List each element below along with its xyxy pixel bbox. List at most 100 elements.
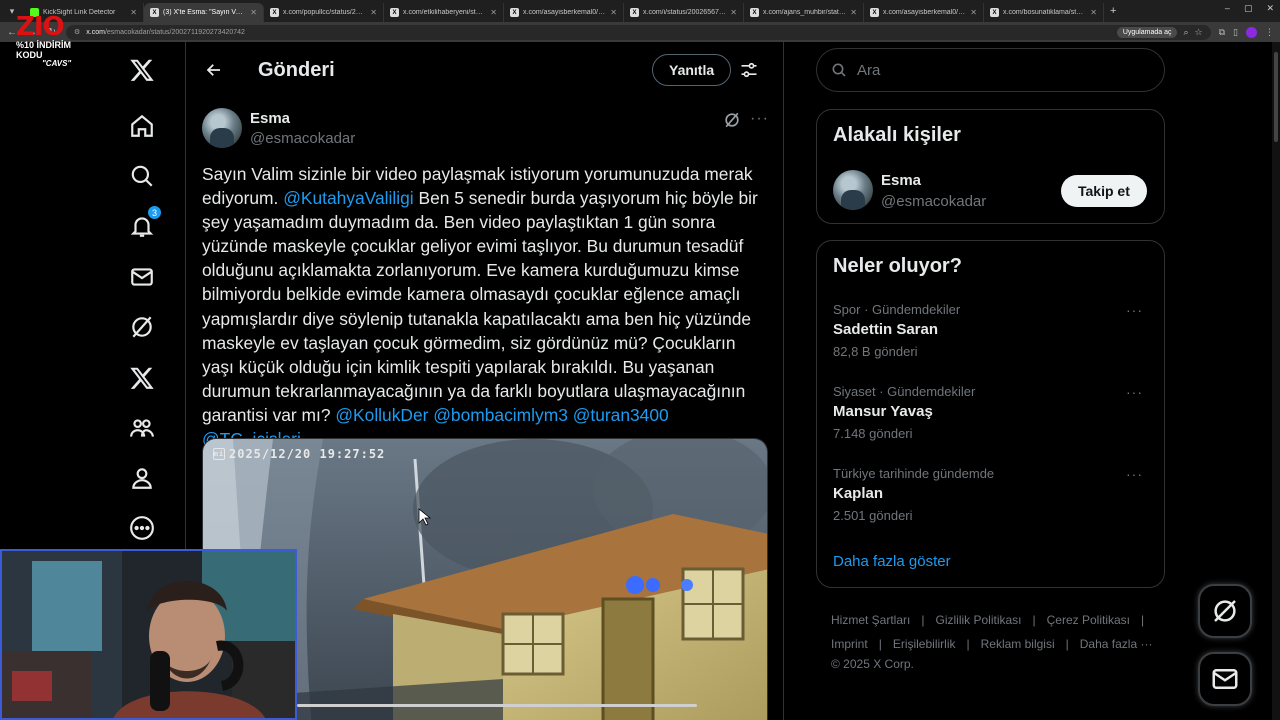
trend-name: Sadettin Saran [833, 321, 939, 338]
browser-tab[interactable]: Xx.com/bosunatiklama/status/20 ✕ [984, 3, 1104, 22]
trend-count: 2.501 gönderi [833, 508, 913, 523]
search-input[interactable]: Ara [816, 48, 1165, 92]
reply-filter-icon[interactable] [739, 60, 761, 80]
notifications-icon[interactable]: 3 [128, 205, 162, 240]
mention-link[interactable]: @turan3400 [573, 405, 669, 425]
trend-item[interactable]: Spor · Gündemdekiler Sadettin Saran 82,8… [833, 302, 1153, 372]
tab-close-icon[interactable]: ✕ [730, 8, 737, 17]
browser-tab[interactable]: Xx.com/etkilihaberyeni/status/20 ✕ [384, 3, 504, 22]
trend-more-icon[interactable]: ··· [1126, 302, 1143, 318]
trend-more-icon[interactable]: ··· [1126, 466, 1143, 482]
sidebar-icon[interactable]: ▯ [1233, 27, 1238, 38]
zoom-icon[interactable]: ⌕ [1183, 27, 1188, 38]
show-more-link[interactable]: Daha fazla göster [833, 553, 951, 570]
x-favicon-icon: X [990, 8, 999, 17]
messages-icon [1212, 669, 1238, 689]
related-user-name[interactable]: Esma [881, 172, 921, 189]
profile-icon[interactable] [128, 464, 156, 492]
trends-title: Neler oluyor? [833, 255, 962, 277]
post-text-segment: Ben 5 senedir burda yaşıyorum hiç böyle … [202, 188, 758, 425]
x-favicon-icon: X [630, 8, 639, 17]
author-name[interactable]: Esma [250, 110, 290, 127]
messages-icon[interactable] [128, 263, 156, 291]
webcam-feed [2, 551, 295, 718]
sponsor-logo-text: ZIO [16, 12, 65, 42]
related-user-handle[interactable]: @esmacokadar [881, 193, 986, 210]
stream-sponsor-logo: ZIO %10 İNDİRİM KODU "CAVS" [16, 12, 98, 68]
tab-close-icon[interactable]: ✕ [370, 8, 377, 17]
close-window-icon[interactable]: ✕ [1266, 3, 1274, 14]
tab-close-icon[interactable]: ✕ [970, 8, 977, 17]
open-in-app-button[interactable]: Uygulamada aç [1116, 26, 1178, 38]
mention-link[interactable]: @bombacimlym3 [433, 405, 568, 425]
tab-title: x.com/asayisberkemal0/status/ [523, 9, 607, 16]
search-icon[interactable] [128, 162, 156, 190]
related-people-title: Alakalı kişiler [833, 124, 961, 146]
minimize-icon[interactable]: – [1225, 3, 1230, 14]
post-author: Esma @esmacokadar ··· [202, 108, 772, 152]
messages-fab-button[interactable] [1198, 652, 1252, 706]
tab-close-icon[interactable]: ✕ [490, 8, 497, 17]
tab-close-icon[interactable]: ✕ [850, 8, 857, 17]
new-tab-button[interactable]: + [1104, 5, 1122, 17]
tab-close-icon[interactable]: ✕ [250, 8, 257, 17]
avatar[interactable] [833, 170, 873, 210]
footer-link[interactable]: Hizmet Şartları [831, 608, 910, 632]
page-scrollbar[interactable] [1272, 42, 1280, 720]
post-text: Sayın Valim sizinle bir video paylaşmak … [202, 162, 772, 451]
trend-item[interactable]: Türkiye tarihinde gündemde Kaplan 2.501 … [833, 466, 1153, 536]
footer-link[interactable]: Çerez Politikası [1047, 608, 1130, 632]
communities-icon[interactable] [128, 414, 156, 442]
extensions-icon[interactable]: ⧉ [1219, 27, 1225, 38]
address-bar-row: ← → ↻ ⚙ x.com/esmacokadar/status/2002711… [0, 22, 1280, 42]
grok-explain-icon[interactable] [722, 110, 742, 130]
grok-icon [1214, 600, 1236, 622]
timestamp-text: 2025/12/20 19:27:52 [229, 447, 386, 461]
page-title: Gönderi [258, 58, 335, 81]
more-options-icon[interactable] [128, 514, 156, 542]
tab-title: x.com/asayisberkemal0/status/ [883, 9, 967, 16]
streamer-webcam [0, 549, 297, 720]
footer-more-link[interactable]: Daha fazla ··· [1080, 632, 1153, 656]
video-progress-bar[interactable] [297, 704, 697, 707]
x-logo-icon[interactable] [128, 56, 156, 84]
browser-tab[interactable]: Xx.com/asayisberkemal0/status/✕ [504, 3, 624, 22]
trend-item[interactable]: Siyaset · Gündemdekiler Mansur Yavaş 7.1… [833, 384, 1153, 454]
profile-avatar-icon[interactable] [1246, 26, 1257, 38]
browser-tab[interactable]: Xx.com/ajans_muhbir/status/200✕ [744, 3, 864, 22]
url-path: /esmacokadar/status/2002711920273420742 [104, 28, 245, 36]
maximize-icon[interactable]: ▢ [1244, 3, 1253, 14]
reply-button[interactable]: Yanıtla [652, 54, 732, 86]
grok-icon[interactable] [128, 313, 156, 341]
footer-link[interactable]: Reklam bilgisi [981, 632, 1055, 656]
browser-tab[interactable]: Xx.com/asayisberkemal0/status/✕ [864, 3, 984, 22]
scrollbar-thumb[interactable] [1274, 52, 1278, 142]
tab-close-icon[interactable]: ✕ [1090, 8, 1097, 17]
browser-tab[interactable]: Xx.com/i/status/20026567873591✕ [624, 3, 744, 22]
grok-fab-button[interactable] [1198, 584, 1252, 638]
post-more-icon[interactable]: ··· [750, 110, 770, 130]
x-premium-icon[interactable] [128, 364, 156, 392]
browser-tab-active[interactable]: X (3) X'te Esma: "Sayın Valim sizinle ✕ [144, 3, 264, 22]
trend-more-icon[interactable]: ··· [1126, 384, 1143, 400]
sidebar-footer: Hizmet Şartları | Gizlilik Politikası | Çe… [831, 608, 1153, 672]
tab-close-icon[interactable]: ✕ [130, 8, 137, 17]
author-handle[interactable]: @esmacokadar [250, 130, 355, 147]
footer-link[interactable]: Imprint [831, 632, 868, 656]
tab-close-icon[interactable]: ✕ [610, 8, 617, 17]
avatar[interactable] [202, 108, 242, 148]
bookmark-star-icon[interactable]: ☆ [1195, 27, 1203, 38]
mention-link[interactable]: @KutahyaValiligi [283, 188, 413, 208]
back-arrow-icon[interactable] [204, 60, 224, 80]
x-favicon-icon: X [150, 8, 159, 17]
post-header: Gönderi Yanıtla [186, 42, 783, 98]
footer-link[interactable]: Erişilebilirlik [893, 632, 956, 656]
mention-link[interactable]: @KollukDer [335, 405, 428, 425]
browser-menu-icon[interactable]: ⋮ [1265, 27, 1274, 38]
follow-button[interactable]: Takip et [1061, 175, 1147, 207]
url-field[interactable]: ⚙ x.com/esmacokadar/status/2002711920273… [66, 24, 1211, 40]
home-icon[interactable] [128, 112, 156, 140]
footer-link[interactable]: Gizlilik Politikası [935, 608, 1021, 632]
x-favicon-icon: X [750, 8, 759, 17]
browser-tab[interactable]: Xx.com/popullcc/status/200268 ✕ [264, 3, 384, 22]
